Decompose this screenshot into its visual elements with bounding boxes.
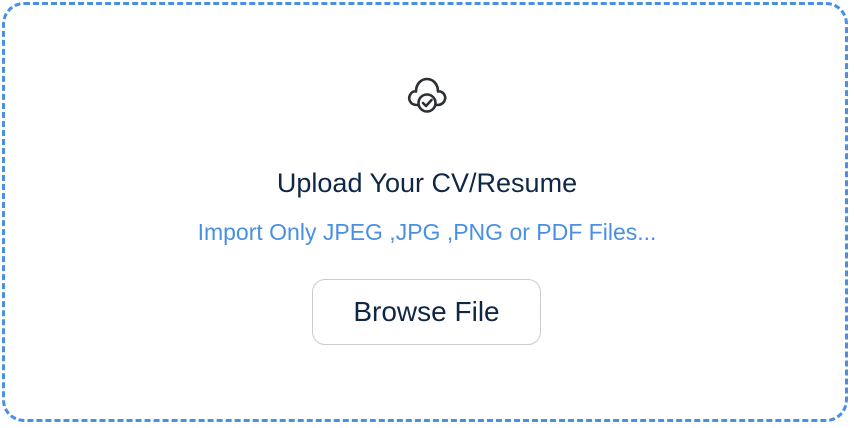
upload-hint: Import Only JPEG ,JPG ,PNG or PDF Files.… xyxy=(197,219,657,245)
upload-title: Upload Your CV/Resume xyxy=(276,168,578,198)
browse-file-button[interactable]: Browse File xyxy=(312,279,541,345)
file-dropzone[interactable] xyxy=(2,2,848,422)
cloud-check-icon xyxy=(407,77,447,113)
